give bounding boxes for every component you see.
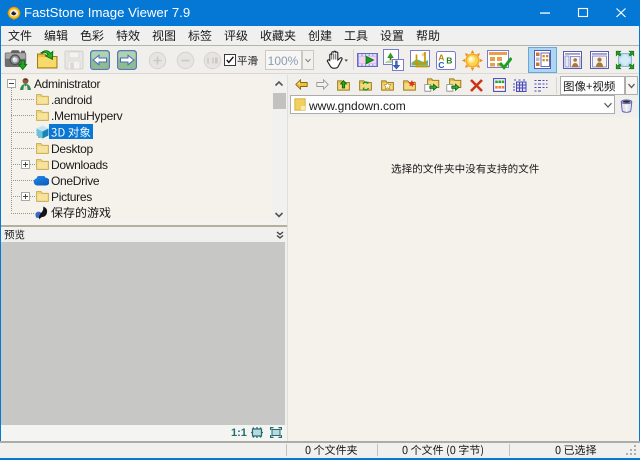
svg-text:B: B xyxy=(446,56,452,66)
svg-text:C: C xyxy=(438,60,444,70)
